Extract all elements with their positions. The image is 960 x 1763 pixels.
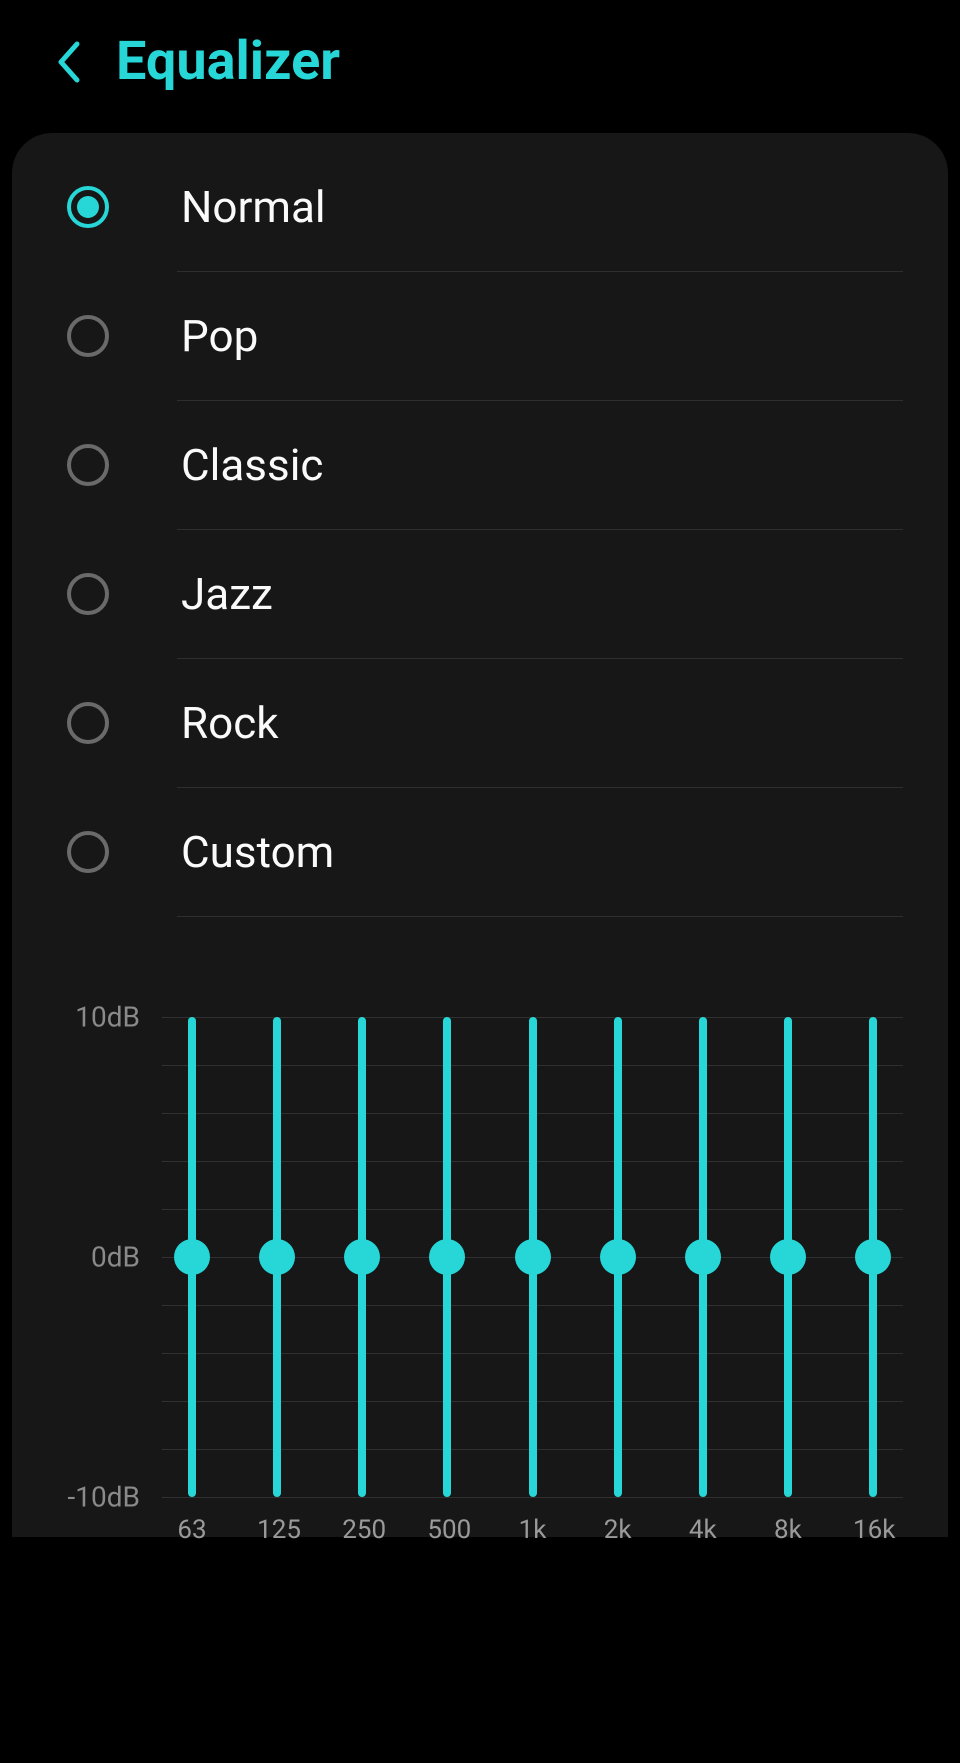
y-label-mid: 0dB (91, 1241, 140, 1274)
slider-thumb[interactable] (600, 1239, 636, 1275)
back-icon[interactable] (55, 40, 81, 84)
preset-label: Rock (181, 697, 279, 749)
radio-icon[interactable] (67, 702, 109, 744)
preset-label: Classic (181, 439, 323, 491)
radio-icon[interactable] (67, 573, 109, 615)
radio-icon[interactable] (67, 315, 109, 357)
eq-band-slider[interactable] (427, 1017, 467, 1497)
eq-band-slider[interactable] (768, 1017, 808, 1497)
eq-band-slider[interactable] (683, 1017, 723, 1497)
preset-label: Custom (181, 826, 334, 878)
eq-sliders (162, 1017, 903, 1497)
preset-option[interactable]: Classic (12, 401, 948, 529)
eq-band-slider[interactable] (342, 1017, 382, 1497)
y-label-max: 10dB (75, 1001, 140, 1034)
radio-icon[interactable] (67, 186, 109, 228)
preset-label: Normal (181, 181, 326, 233)
slider-thumb[interactable] (344, 1239, 380, 1275)
slider-thumb[interactable] (259, 1239, 295, 1275)
preset-label: Pop (181, 310, 258, 362)
preset-label: Jazz (181, 568, 273, 620)
freq-label: 63 (172, 1515, 212, 1545)
preset-option[interactable]: Jazz (12, 530, 948, 658)
page-title: Equalizer (116, 30, 340, 93)
slider-thumb[interactable] (174, 1239, 210, 1275)
slider-thumb[interactable] (429, 1239, 465, 1275)
eq-band-slider[interactable] (257, 1017, 297, 1497)
slider-thumb[interactable] (685, 1239, 721, 1275)
equalizer-graph: 10dB 0dB -10dB 631252505001k2k4k8k16k (72, 1017, 903, 1497)
y-label-min: -10dB (68, 1481, 140, 1514)
freq-label: 1k (513, 1515, 553, 1545)
eq-band-slider[interactable] (172, 1017, 212, 1497)
y-axis-labels: 10dB 0dB -10dB (72, 1017, 152, 1497)
preset-option[interactable]: Rock (12, 659, 948, 787)
freq-label: 250 (342, 1515, 382, 1545)
radio-icon[interactable] (67, 444, 109, 486)
slider-thumb[interactable] (515, 1239, 551, 1275)
freq-label: 8k (768, 1515, 808, 1545)
eq-band-slider[interactable] (598, 1017, 638, 1497)
freq-label: 16k (853, 1515, 893, 1545)
settings-panel: Normal Pop Classic Jazz Rock Custom 10dB 0dB … (12, 133, 948, 1537)
freq-label: 125 (257, 1515, 297, 1545)
slider-thumb[interactable] (855, 1239, 891, 1275)
radio-icon[interactable] (67, 831, 109, 873)
x-axis-labels: 63 125 250 500 1k 2k 4k 8k 16k (162, 1497, 903, 1545)
preset-option[interactable]: Normal (12, 143, 948, 271)
header: Equalizer (0, 0, 960, 123)
preset-option[interactable]: Pop (12, 272, 948, 400)
slider-thumb[interactable] (770, 1239, 806, 1275)
freq-label: 4k (683, 1515, 723, 1545)
freq-label: 2k (598, 1515, 638, 1545)
preset-list: Normal Pop Classic Jazz Rock Custom (12, 143, 948, 917)
divider (177, 916, 903, 917)
freq-label: 500 (427, 1515, 467, 1545)
eq-band-slider[interactable] (513, 1017, 553, 1497)
eq-band-slider[interactable] (853, 1017, 893, 1497)
preset-option[interactable]: Custom (12, 788, 948, 916)
